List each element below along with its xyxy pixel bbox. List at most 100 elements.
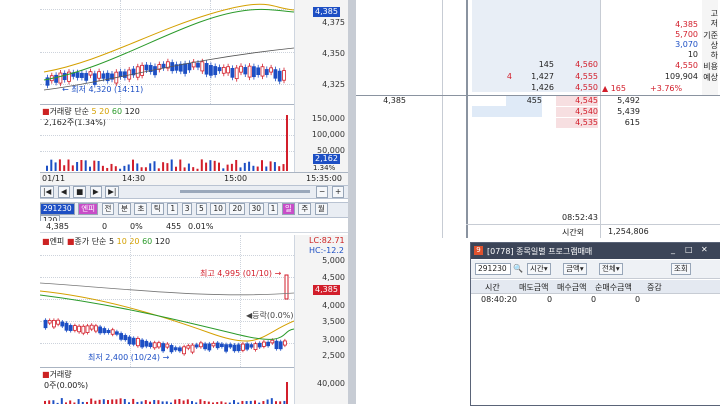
next-icon[interactable]: ▶ xyxy=(89,186,102,198)
top-volume-tag: 2,162 xyxy=(313,154,340,164)
ask-row[interactable]: 1,426 4,550 xyxy=(356,83,720,93)
volume-bar xyxy=(60,398,63,404)
candle xyxy=(73,325,77,331)
candle xyxy=(101,73,106,79)
volume-bar xyxy=(269,161,272,171)
toolbar-btn-name[interactable]: 엔피 xyxy=(78,203,98,215)
stop-icon[interactable]: ■ xyxy=(73,186,87,198)
bottom-price-chart[interactable]: ■엔피 ■종가 단순 5 10 20 60 120 최고 4,995 (01/1… xyxy=(40,235,294,367)
volume-bar xyxy=(273,162,276,171)
candle xyxy=(196,62,200,68)
ask-row[interactable]: 145 4,560 xyxy=(356,60,720,70)
volume-bar xyxy=(111,399,114,404)
toolbar-btn-30[interactable]: 30 xyxy=(248,203,265,215)
volume-bar xyxy=(278,166,281,171)
toolbar-btn-week[interactable]: 주 xyxy=(298,203,312,215)
candle xyxy=(56,319,61,325)
ask-row[interactable]: 4 1,427 4,555 xyxy=(356,72,720,82)
volume-bar xyxy=(106,167,109,171)
current-row[interactable]: 4,385 455 4,545 5,492 xyxy=(356,95,720,106)
volume-bar xyxy=(89,166,91,171)
volume-bar xyxy=(98,399,101,404)
candle xyxy=(47,320,52,324)
bottom-chart-toolbar: 291230 엔피 전 분 초 틱 1 3 5 10 20 30 1 일 주 월… xyxy=(40,202,348,227)
toolbar-btn-5[interactable]: 5 xyxy=(196,203,207,215)
toolbar-btn-minute[interactable]: 분 xyxy=(118,203,131,215)
table-row[interactable]: 08:40:20 0 0 0 xyxy=(471,294,720,305)
volume-bar xyxy=(200,159,203,171)
amount-select[interactable]: 금액▾ xyxy=(563,263,587,275)
toolbar-btn-20[interactable]: 20 xyxy=(229,203,245,215)
toolbar-btn-all[interactable]: 전 xyxy=(101,203,115,215)
candle xyxy=(43,319,48,329)
toolbar-btn-month[interactable]: 월 xyxy=(314,203,328,215)
volume-bar xyxy=(286,115,288,171)
volume-bar xyxy=(80,160,83,171)
volume-bar xyxy=(174,399,177,404)
volume-bar xyxy=(144,400,147,404)
time-select[interactable]: 시간▾ xyxy=(527,263,551,275)
volume-bar xyxy=(77,399,80,404)
toolbar-btn-1[interactable]: 1 xyxy=(167,203,179,215)
toolbar-btn-day[interactable]: 일 xyxy=(281,203,295,215)
candle xyxy=(274,340,279,350)
volume-bar xyxy=(157,168,160,171)
zoom-in-icon[interactable]: + xyxy=(332,186,345,198)
query-button[interactable]: 조회 xyxy=(671,263,691,275)
last-icon[interactable]: ▶| xyxy=(105,186,120,198)
chart-scroll-bar[interactable]: |◀ ◀ ■ ▶ ▶| − + xyxy=(40,185,348,199)
candle xyxy=(60,321,65,327)
volume-bar xyxy=(239,167,242,171)
toolbar-btn-1b[interactable]: 1 xyxy=(267,203,279,215)
mid-label: ◀등락(0.0%) xyxy=(246,311,294,320)
chevron-down-icon: ▾ xyxy=(543,264,548,273)
volume-bar xyxy=(243,162,246,171)
top-time-axis: 01/11 14:30 15:00 15:35:00 xyxy=(40,172,348,185)
bid-row[interactable]: 4,535 615 xyxy=(356,118,720,128)
window-titlebar[interactable]: 9 [0778] 종목일별 프로그램매매 _ □ ✕ xyxy=(471,243,720,259)
volume-bar xyxy=(252,165,255,171)
candle xyxy=(253,343,258,350)
program-toolbar: 291230 🔍 시간▾ 금액▾ 전체▾ 조회 xyxy=(471,260,720,279)
candle xyxy=(102,328,107,334)
volume-bar xyxy=(102,399,105,404)
candle xyxy=(278,341,283,350)
candle xyxy=(118,71,123,78)
candle xyxy=(58,72,63,84)
close-icon[interactable]: ✕ xyxy=(701,245,708,254)
minimize-icon[interactable]: _ xyxy=(671,245,675,254)
candle xyxy=(251,66,256,78)
high-arrow-icon: → xyxy=(274,269,282,278)
volume-bar xyxy=(136,163,139,171)
volume-bar xyxy=(153,399,156,404)
program-code-field[interactable]: 291230 xyxy=(475,263,511,275)
prev-icon[interactable]: ◀ xyxy=(57,186,70,198)
volume-bar xyxy=(48,400,51,404)
volume-bar xyxy=(218,162,220,171)
toolbar-btn-tick[interactable]: 틱 xyxy=(150,203,164,215)
candle xyxy=(140,339,144,348)
volume-bar xyxy=(76,162,79,171)
volume-bar xyxy=(248,161,251,171)
stock-code-field[interactable]: 291230 xyxy=(40,203,75,215)
candle xyxy=(230,67,235,78)
program-trading-window[interactable]: 9 [0778] 종목일별 프로그램매매 _ □ ✕ 291230 🔍 시간▾ … xyxy=(470,242,720,406)
candle xyxy=(84,73,89,81)
toolbar-btn-second[interactable]: 초 xyxy=(134,203,148,215)
top-price-chart[interactable]: ← 최저 4,320 (14:11) xyxy=(40,0,294,104)
candle xyxy=(94,325,98,332)
zoom-out-icon[interactable]: − xyxy=(316,186,329,198)
maximize-icon[interactable]: □ xyxy=(685,245,693,254)
top-volume-bars xyxy=(46,115,288,171)
volume-bar xyxy=(90,398,93,404)
first-icon[interactable]: |◀ xyxy=(40,186,55,198)
bid-row[interactable]: 4,540 5,439 xyxy=(356,107,720,117)
order-book: 4,385 5,700 3,070 10 4,550 109,904 고 저 기… xyxy=(356,0,720,238)
zoom-slider[interactable] xyxy=(180,190,310,193)
toolbar-btn-10[interactable]: 10 xyxy=(210,203,226,215)
quote-time: 08:52:43 xyxy=(562,213,598,222)
candle xyxy=(173,347,178,351)
toolbar-btn-3[interactable]: 3 xyxy=(181,203,193,215)
search-icon[interactable]: 🔍 xyxy=(513,264,523,273)
all-select[interactable]: 전체▾ xyxy=(599,263,623,275)
